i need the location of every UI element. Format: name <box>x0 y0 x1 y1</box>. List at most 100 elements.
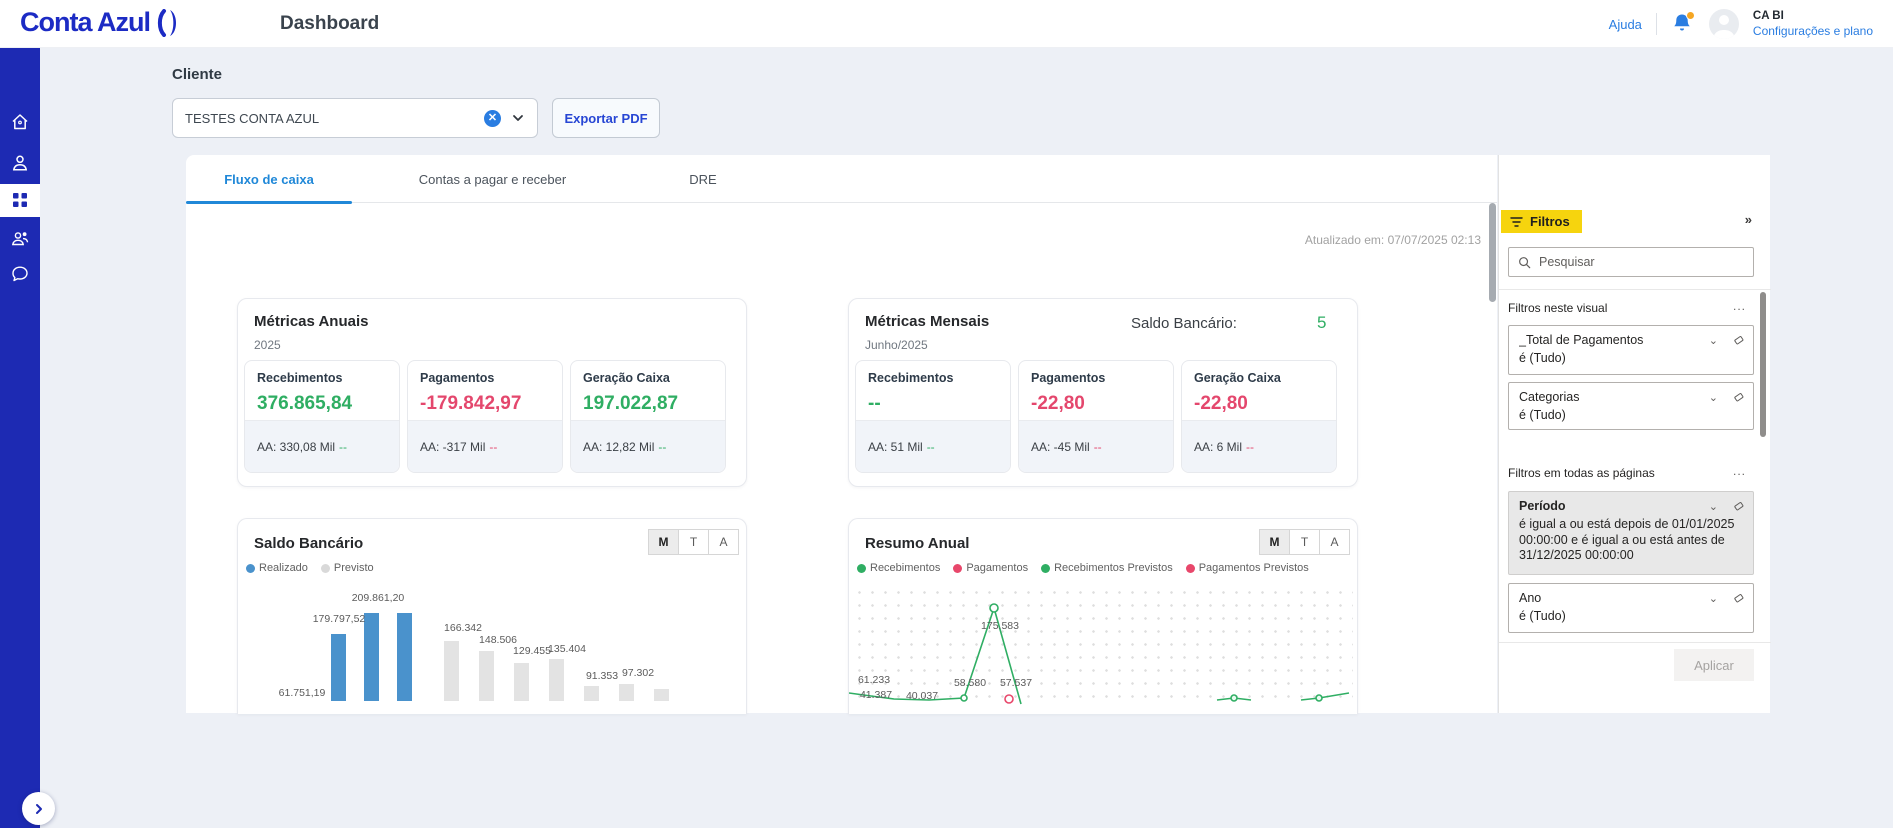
legend-label: Recebimentos <box>870 562 940 574</box>
sidebar-item-home-icon[interactable] <box>10 112 30 132</box>
contaazul-logo[interactable]: Conta Azul <box>20 7 179 38</box>
bar-realizado[interactable] <box>397 613 412 701</box>
filters-scrollbar[interactable] <box>1760 292 1766 437</box>
more-options-icon[interactable]: ... <box>1733 464 1746 478</box>
legend-item[interactable]: Recebimentos Previstos <box>1041 562 1173 574</box>
toggle-month-button[interactable]: M <box>1259 529 1290 555</box>
data-point-marker[interactable] <box>1005 695 1013 703</box>
chevron-down-icon[interactable]: ⌄ <box>1709 391 1718 404</box>
metric-tile-recebimentos[interactable]: Recebimentos -- AA: 51 Mil -- <box>855 360 1011 473</box>
chevron-down-icon[interactable]: ⌄ <box>1709 500 1718 513</box>
bar-previsto[interactable] <box>654 689 669 701</box>
filter-card-periodo[interactable]: Período ⌄ é igual a ou está depois de 01… <box>1508 491 1754 575</box>
metric-tile-recebimentos[interactable]: Recebimentos 376.865,84 AA: 330,08 Mil -… <box>244 360 400 473</box>
tab-dre[interactable]: DRE <box>633 155 773 203</box>
metric-tile-geracao-caixa[interactable]: Geração Caixa 197.022,87 AA: 12,82 Mil -… <box>570 360 726 473</box>
data-point-marker[interactable] <box>961 695 967 701</box>
report-vertical-scrollbar[interactable] <box>1489 203 1496 302</box>
export-pdf-button[interactable]: Exportar PDF <box>552 98 660 138</box>
more-options-icon[interactable]: ... <box>1733 299 1746 313</box>
metric-footer-text: AA: 51 Mil <box>868 440 923 454</box>
user-name: CA BI <box>1753 9 1873 23</box>
bar-chart-plot: 61.751,19179.797,52209.861,20166.342148.… <box>238 586 746 714</box>
metric-tile-pagamentos[interactable]: Pagamentos -179.842,97 AA: -317 Mil -- <box>407 360 563 473</box>
metric-footer: AA: -45 Mil -- <box>1019 420 1173 472</box>
legend-item[interactable]: Pagamentos Previstos <box>1186 562 1309 574</box>
bar-previsto[interactable] <box>444 641 459 701</box>
bar-previsto[interactable] <box>584 686 599 701</box>
filter-card-total-de-pagamentos[interactable]: _Total de Pagamentos ⌄ é (Tudo) <box>1508 325 1754 375</box>
metric-label: Pagamentos <box>420 371 494 385</box>
sidebar-item-apps-active[interactable] <box>0 184 40 217</box>
filter-condition: é (Tudo) <box>1519 609 1745 625</box>
help-link[interactable]: Ajuda <box>1609 17 1642 32</box>
legend-label: Pagamentos <box>966 562 1028 574</box>
chart-value-label: 91.353 <box>586 670 618 682</box>
tab-contas-a-pagar-e-receber[interactable]: Contas a pagar e receber <box>352 155 633 203</box>
toggle-quarter-button[interactable]: T <box>678 529 709 555</box>
metric-value: -22,80 <box>1194 393 1248 415</box>
notifications-bell-icon[interactable] <box>1671 12 1695 36</box>
bar-previsto[interactable] <box>514 663 529 701</box>
collapse-filters-icon[interactable]: » <box>1745 212 1752 227</box>
eraser-icon[interactable] <box>1732 334 1745 347</box>
metric-tile-pagamentos[interactable]: Pagamentos -22,80 AA: -45 Mil -- <box>1018 360 1174 473</box>
filter-card-categorias[interactable]: Categorias ⌄ é (Tudo) <box>1508 382 1754 430</box>
chevron-down-icon[interactable]: ⌄ <box>1709 334 1718 347</box>
bar-realizado[interactable] <box>364 613 379 701</box>
legend-item[interactable]: Pagamentos <box>953 562 1028 574</box>
metric-value: -- <box>868 393 881 415</box>
metric-value: -22,80 <box>1031 393 1085 415</box>
clear-selection-icon[interactable]: ✕ <box>484 110 501 127</box>
metric-footer-text: AA: -45 Mil <box>1031 440 1090 454</box>
metric-value: 376.865,84 <box>257 393 352 415</box>
bar-previsto[interactable] <box>479 651 494 701</box>
chart-value-label: 129.455 <box>513 645 551 657</box>
metric-footer-dash: -- <box>1094 440 1102 454</box>
data-point-marker[interactable] <box>990 604 998 612</box>
settings-and-plan-link[interactable]: Configurações e plano <box>1753 24 1873 39</box>
data-point-marker[interactable] <box>1316 695 1322 701</box>
eraser-icon[interactable] <box>1732 391 1745 404</box>
bar-previsto[interactable] <box>549 659 564 701</box>
sidebar-expand-button[interactable] <box>22 792 55 825</box>
bar-previsto[interactable] <box>619 684 634 701</box>
metric-tile-geracao-caixa[interactable]: Geração Caixa -22,80 AA: 6 Mil -- <box>1181 360 1337 473</box>
sidebar-item-clients-icon[interactable] <box>10 228 30 248</box>
data-point-marker[interactable] <box>1231 695 1237 701</box>
eraser-icon[interactable] <box>1732 500 1745 513</box>
tab-fluxo-de-caixa[interactable]: Fluxo de caixa <box>186 155 352 203</box>
metric-footer: AA: 51 Mil -- <box>856 420 1010 472</box>
sidebar-item-profile-icon[interactable] <box>10 153 30 173</box>
legend-item[interactable]: Realizado <box>246 562 308 574</box>
chart-legend: Recebimentos Pagamentos Recebimentos Pre… <box>857 562 1309 574</box>
toggle-year-button[interactable]: A <box>708 529 739 555</box>
legend-label: Realizado <box>259 562 308 574</box>
user-block: CA BI Configurações e plano <box>1753 9 1873 38</box>
filter-condition: é igual a ou está depois de 01/01/2025 0… <box>1519 517 1745 564</box>
client-field-label: Cliente <box>172 66 222 83</box>
legend-dot-recebimentos <box>857 564 866 573</box>
toggle-month-button[interactable]: M <box>648 529 679 555</box>
sidebar <box>0 48 40 828</box>
chart-value-label: 166.342 <box>444 622 482 634</box>
chevron-down-icon[interactable]: ⌄ <box>1709 592 1718 605</box>
sidebar-item-chat-icon[interactable] <box>10 264 30 284</box>
metric-label: Recebimentos <box>868 371 953 385</box>
filters-search-input[interactable] <box>1539 255 1709 269</box>
legend-dot-pagamentos-previstos <box>1186 564 1195 573</box>
avatar[interactable] <box>1709 9 1739 39</box>
legend-item[interactable]: Previsto <box>321 562 374 574</box>
filter-card-ano[interactable]: Ano ⌄ é (Tudo) <box>1508 583 1754 633</box>
filters-search-box[interactable] <box>1508 247 1754 277</box>
chart-value-label: 61.751,19 <box>279 687 326 699</box>
eraser-icon[interactable] <box>1732 592 1745 605</box>
toggle-quarter-button[interactable]: T <box>1289 529 1320 555</box>
bar-realizado[interactable] <box>331 634 346 701</box>
legend-item[interactable]: Recebimentos <box>857 562 940 574</box>
card-period: Junho/2025 <box>865 338 928 352</box>
client-select[interactable]: TESTES CONTA AZUL ✕ <box>172 98 538 138</box>
line-series[interactable] <box>1301 693 1349 700</box>
apply-filters-button[interactable]: Aplicar <box>1674 649 1754 681</box>
toggle-year-button[interactable]: A <box>1319 529 1350 555</box>
